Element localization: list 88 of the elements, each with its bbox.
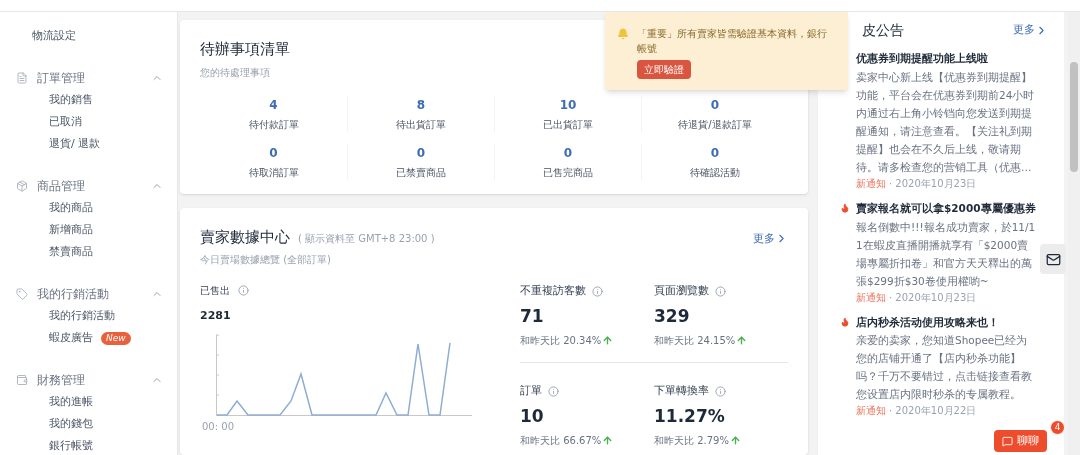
- announcement-title[interactable]: 賣家報名就可以拿$2000專屬優惠券: [856, 200, 1036, 217]
- box-icon: [16, 180, 28, 192]
- todo-count[interactable]: 10: [559, 95, 577, 114]
- tag-icon: [16, 288, 28, 300]
- metric-value: 10: [520, 404, 545, 428]
- info-icon[interactable]: [548, 385, 559, 397]
- sidebar-item[interactable]: 退貨/ 退款: [49, 135, 101, 153]
- sidebar-group-title[interactable]: 訂單管理: [37, 69, 85, 87]
- sidebar-item[interactable]: 新增商品: [49, 221, 93, 239]
- data-note: ( 顯示資料至 GMT+8 23:00 ): [298, 231, 435, 246]
- todo-count[interactable]: 0: [563, 143, 573, 162]
- announcement-date: · 2020年10月23日: [889, 290, 977, 305]
- todo-count[interactable]: 4: [269, 95, 278, 114]
- announcement-title[interactable]: 店内秒杀活动使用攻略来也！: [856, 314, 1036, 331]
- metric-label: 頁面瀏覽數: [654, 283, 709, 299]
- todo-count[interactable]: 0: [416, 143, 426, 162]
- sidebar-item[interactable]: 蝦皮廣告: [49, 329, 93, 347]
- info-icon[interactable]: [238, 285, 249, 296]
- todo-label: 待出貨訂單: [396, 117, 446, 132]
- metric-compare: 和昨天比 2.79%: [654, 434, 729, 448]
- card-title: 賣家數據中心: [200, 226, 290, 248]
- document-icon: [16, 72, 28, 84]
- new-notice-tag: 新通知: [856, 403, 886, 419]
- bell-icon: [617, 28, 629, 40]
- alert-message: 「重要」所有賣家皆需驗證基本資料，銀行帳號: [637, 27, 828, 56]
- sidebar-item[interactable]: 我的行銷活動: [49, 307, 115, 325]
- metric-value: 329: [654, 304, 691, 328]
- todo-label: 待取消訂單: [248, 165, 299, 180]
- metric-label: 下單轉換率: [654, 383, 709, 399]
- wallet-icon: [16, 374, 28, 386]
- sidebar-group-title[interactable]: 商品管理: [37, 177, 85, 195]
- sidebar-item[interactable]: 我的銷售: [49, 91, 93, 109]
- card-subtitle: 您的待處理事項: [200, 65, 270, 80]
- more-link[interactable]: 更多: [1013, 22, 1048, 39]
- new-notice-tag: 新通知: [856, 289, 886, 305]
- metric-label: 不重複訪客數: [520, 283, 586, 299]
- todo-count[interactable]: 8: [416, 95, 426, 114]
- metric-value: 11.27%: [654, 404, 726, 428]
- sidebar-item[interactable]: 銀行帳號: [49, 437, 93, 455]
- sold-count: 2281: [200, 308, 232, 324]
- todo-label: 已售完商品: [543, 165, 593, 180]
- metric-label: 訂單: [520, 383, 542, 399]
- todo-label: 待確認活動: [690, 165, 740, 180]
- sidebar-item[interactable]: 我的商品: [49, 199, 93, 217]
- sidebar-group-title[interactable]: 我的行銷活動: [37, 285, 109, 303]
- sidebar-item[interactable]: 禁賣商品: [49, 243, 93, 261]
- metric-compare: 和昨天比 66.67%: [520, 434, 602, 448]
- sidebar-item[interactable]: 我的錢包: [49, 415, 93, 433]
- metric-compare: 和昨天比 24.15%: [654, 334, 736, 348]
- arrow-up-icon: [729, 435, 741, 446]
- metric-compare: 和昨天比 20.34%: [520, 334, 602, 348]
- panel-title: 皮公告: [862, 21, 904, 40]
- chat-button[interactable]: 聊聊: [994, 430, 1047, 452]
- mail-icon: [1045, 251, 1061, 267]
- metric-value: 71: [520, 304, 545, 328]
- announcement-body: 亲爱的卖家，您知道Shopee已经为您的店铺开通了【店内秒杀功能】吗？千万不要错过，点击链接查看教您设置店内限时秒杀的专属教程。: [856, 333, 1033, 403]
- sidebar-item[interactable]: 物流設定: [16, 28, 163, 44]
- info-icon[interactable]: [715, 285, 726, 297]
- todo-label: 待退貨/退款訂單: [678, 117, 752, 132]
- todo-count[interactable]: 0: [269, 143, 278, 162]
- mail-button[interactable]: [1040, 244, 1066, 274]
- card-title: 待辦事項清單: [200, 39, 290, 60]
- more-link[interactable]: 更多: [753, 230, 788, 247]
- sidebar-group-title[interactable]: 財務管理: [37, 371, 85, 389]
- info-icon[interactable]: [715, 385, 726, 397]
- arrow-up-icon: [736, 335, 748, 346]
- announcement-date: · 2020年10月22日: [889, 404, 977, 419]
- announcement-body: 卖家中心新上线【优惠券到期提醒】功能，平台会在优惠券到期前24小时内通过右上角小铃铛向您发送到期提醒通知，请注意查看。【关注礼到期提醒】也会在不久后上线，敬请期待。请多检查您的营销工具（优惠…: [856, 69, 1036, 175]
- sidebar-item[interactable]: 我的進帳: [49, 393, 93, 411]
- new-badge: New: [101, 331, 131, 345]
- chat-icon: [1002, 435, 1013, 447]
- announcement-body: 報名倒數中!!!報名成功賣家，於11/11在蝦皮直播開播就享有「$2000賣場專屬折扣卷」和官方天天釋出的萬張$299折$30卷使用權喲~: [856, 219, 1036, 289]
- metric-label: 已售出: [200, 284, 230, 298]
- todo-count[interactable]: 0: [710, 95, 720, 114]
- todo-label: 已出貨訂單: [543, 117, 593, 132]
- todo-count[interactable]: 0: [710, 143, 720, 162]
- new-notice-tag: 新通知: [856, 175, 886, 191]
- todo-label: 已禁賣商品: [396, 165, 446, 180]
- axis-label: 00: 00: [202, 419, 235, 434]
- sidebar-item[interactable]: 已取消: [49, 113, 82, 131]
- announcement-title[interactable]: 优惠券到期提醒功能上线啦: [856, 51, 1036, 67]
- verify-button[interactable]: 立即驗證: [637, 60, 691, 79]
- info-icon[interactable]: [592, 285, 603, 297]
- card-subtitle: 今日賣場數據總覽 (全部訂單): [200, 253, 332, 267]
- todo-label: 待付款訂單: [248, 117, 299, 132]
- arrow-up-icon: [602, 335, 614, 346]
- arrow-up-icon: [602, 435, 614, 446]
- announcement-date: · 2020年10月23日: [889, 176, 977, 191]
